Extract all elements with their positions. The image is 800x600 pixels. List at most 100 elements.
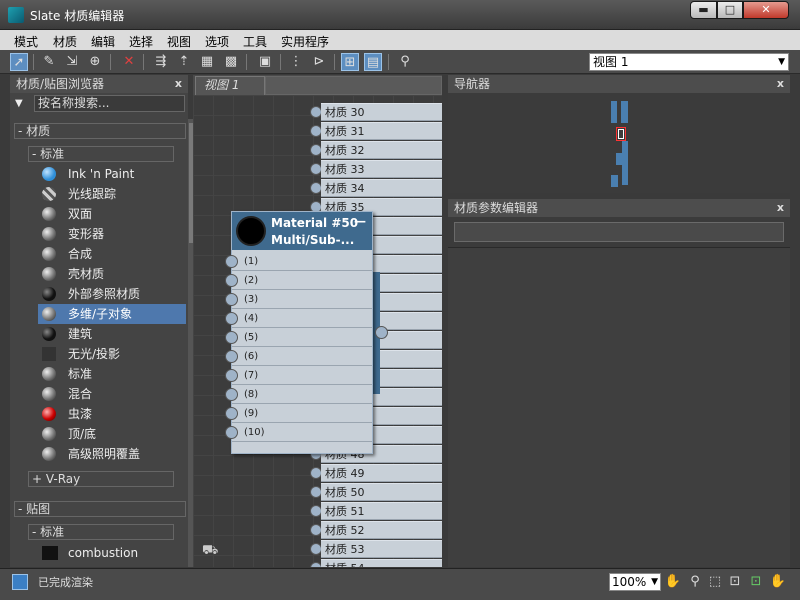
menu-material[interactable]: 材质 <box>53 33 77 50</box>
node-input-socket[interactable] <box>225 350 238 363</box>
search-icon[interactable]: ⚲ <box>396 53 414 71</box>
list-item-selected[interactable]: 多维/子对象 <box>38 304 186 324</box>
material-slot[interactable]: 材质 52 <box>310 521 442 539</box>
checker-icon[interactable]: ▩ <box>222 53 240 71</box>
material-slot[interactable]: 材质 33 <box>310 160 442 178</box>
node-input-row[interactable]: (10) <box>225 423 372 442</box>
list-item[interactable]: 高级照明覆盖 <box>38 444 186 464</box>
hide-unused-slots-icon[interactable]: ⇡ <box>175 53 193 71</box>
menu-options[interactable]: 选项 <box>205 33 229 50</box>
list-item[interactable]: 外部参照材质 <box>38 284 186 304</box>
material-slot[interactable]: 材质 30 <box>310 103 442 121</box>
material-slot[interactable]: 材质 50 <box>310 483 442 501</box>
node-input-socket[interactable] <box>225 293 238 306</box>
put-to-scene-icon[interactable]: ⇲ <box>63 53 81 71</box>
zoom-extents-icon[interactable]: ⊡ <box>726 573 744 591</box>
move-children-icon[interactable]: ⇶ <box>152 53 170 71</box>
list-item[interactable]: 变形器 <box>38 224 186 244</box>
layout-horizontal-icon[interactable]: ⊳ <box>310 53 328 71</box>
browser-close-icon[interactable]: x <box>175 75 182 93</box>
list-item[interactable]: 顶/底 <box>38 424 186 444</box>
group-maps[interactable]: - 贴图 <box>14 501 186 517</box>
node-input-row[interactable]: (9) <box>225 404 372 423</box>
node-input-row[interactable]: (1) <box>225 252 372 271</box>
list-item[interactable]: 壳材质 <box>38 264 186 284</box>
material-slot[interactable]: 材质 34 <box>310 179 442 197</box>
group-standard[interactable]: - 标准 <box>28 146 174 162</box>
assign-to-selection-icon[interactable]: ⊕ <box>86 53 104 71</box>
list-item[interactable]: Ink 'n Paint <box>38 164 186 184</box>
node-output-socket[interactable] <box>375 326 388 339</box>
zoom-selected-icon[interactable]: ⊡ <box>747 573 765 591</box>
material-slot[interactable]: 材质 49 <box>310 464 442 482</box>
list-item[interactable]: 虫漆 <box>38 404 186 424</box>
material-node[interactable]: Material #50 Multi/Sub-... — (1) (2) (3) (4… <box>225 211 373 454</box>
group-materials[interactable]: - 材质 <box>14 123 186 139</box>
minimize-button[interactable]: ▬ <box>690 1 717 19</box>
material-slot[interactable]: 材质 53 <box>310 540 442 558</box>
pan-to-selected-icon[interactable]: ✋ <box>769 573 787 591</box>
node-input-socket[interactable] <box>225 407 238 420</box>
node-input-socket[interactable] <box>225 369 238 382</box>
group-vray[interactable]: + V-Ray <box>28 471 174 487</box>
view-dropdown[interactable]: 视图 1 ▼ <box>589 53 789 71</box>
node-input-socket[interactable] <box>225 255 238 268</box>
node-input-row[interactable]: (3) <box>225 290 372 309</box>
node-input-socket[interactable] <box>225 331 238 344</box>
list-item[interactable]: combustion <box>38 543 186 563</box>
node-input-row[interactable]: (4) <box>225 309 372 328</box>
menu-mode[interactable]: 模式 <box>14 33 38 50</box>
close-button[interactable]: ✕ <box>743 1 789 19</box>
render-status-icon[interactable] <box>12 574 28 590</box>
layout-vertical-icon[interactable]: ⋮ <box>287 53 305 71</box>
node-input-socket[interactable] <box>225 426 238 439</box>
background-icon[interactable]: ▦ <box>198 53 216 71</box>
zoom-icon[interactable]: ⚲ <box>686 573 704 591</box>
maximize-button[interactable]: □ <box>717 1 743 19</box>
tab-view-1[interactable]: 视图 1 <box>195 76 265 95</box>
node-input-row[interactable]: (5) <box>225 328 372 347</box>
node-input-row[interactable]: (8) <box>225 385 372 404</box>
options-triangle-icon[interactable]: ▼ <box>15 98 23 109</box>
node-input-row[interactable]: (7) <box>225 366 372 385</box>
search-input[interactable]: 按名称搜索... <box>34 95 185 112</box>
node-input-row[interactable]: (2) <box>225 271 372 290</box>
layout-all-icon[interactable]: ⊞ <box>341 53 359 71</box>
group-maps-standard[interactable]: - 标准 <box>28 524 174 540</box>
pick-material-icon[interactable]: ✎ <box>40 53 58 71</box>
zoom-dropdown[interactable]: 100% ▼ <box>609 573 661 591</box>
delete-icon[interactable]: ✕ <box>120 53 138 71</box>
menu-view[interactable]: 视图 <box>167 33 191 50</box>
menu-tools[interactable]: 工具 <box>243 33 267 50</box>
navigator-close-icon[interactable]: x <box>777 75 784 93</box>
menu-select[interactable]: 选择 <box>129 33 153 50</box>
node-input-socket[interactable] <box>225 388 238 401</box>
params-close-icon[interactable]: x <box>777 199 784 217</box>
params-name-field[interactable] <box>454 222 784 242</box>
menu-utilities[interactable]: 实用程序 <box>281 33 329 50</box>
list-item[interactable]: 混合 <box>38 384 186 404</box>
menu-edit[interactable]: 编辑 <box>91 33 115 50</box>
material-slot[interactable]: 材质 31 <box>310 122 442 140</box>
navigator-view[interactable] <box>448 93 790 193</box>
select-tool-icon[interactable]: ➚ <box>10 53 28 71</box>
list-item[interactable]: 光线跟踪 <box>38 184 186 204</box>
zoom-region-icon[interactable]: ⬚ <box>706 573 724 591</box>
material-slot[interactable]: 材质 32 <box>310 141 442 159</box>
node-input-row[interactable]: (6) <box>225 347 372 366</box>
binoculars-icon[interactable]: ⛟ <box>202 543 218 560</box>
node-header[interactable]: Material #50 Multi/Sub-... — <box>232 212 372 250</box>
show-map-icon[interactable]: ▣ <box>256 53 274 71</box>
node-minimize-button[interactable]: — <box>354 214 366 228</box>
pan-hand-icon[interactable]: ✋ <box>664 573 682 591</box>
parameter-editor-icon[interactable]: ▤ <box>364 53 382 71</box>
material-slot[interactable]: 材质 51 <box>310 502 442 520</box>
list-item[interactable]: 合成 <box>38 244 186 264</box>
material-slot[interactable]: 材质 54 <box>310 559 442 567</box>
list-item[interactable]: 双面 <box>38 204 186 224</box>
list-item[interactable]: 无光/投影 <box>38 344 186 364</box>
node-input-socket[interactable] <box>225 312 238 325</box>
list-item[interactable]: 标准 <box>38 364 186 384</box>
node-input-socket[interactable] <box>225 274 238 287</box>
list-item[interactable]: 建筑 <box>38 324 186 344</box>
